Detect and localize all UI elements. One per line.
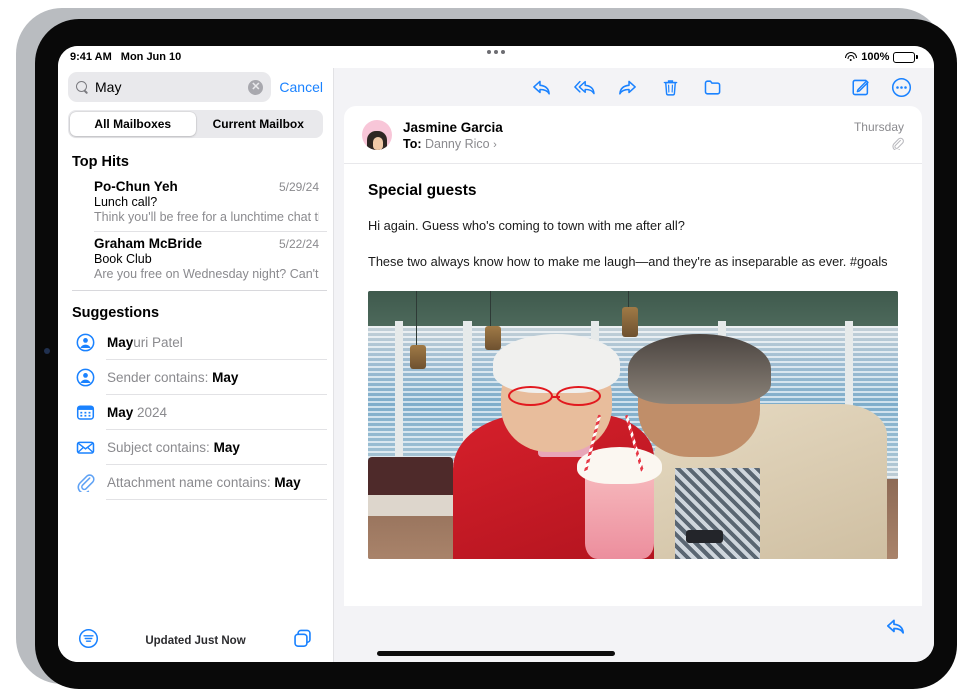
suggestion-prefix: Subject contains: [107,440,214,455]
status-bar: 9:41 AM Mon Jun 10 100% [58,46,934,68]
search-icon [76,81,89,94]
home-bar-area [334,646,934,662]
search-query-text: May [95,79,242,95]
segment-all-mailboxes[interactable]: All Mailboxes [70,112,196,136]
hit-date: 5/22/24 [279,237,319,251]
chevron-right-icon: › [493,139,497,151]
suggestion-prefix: Sender contains: [107,370,212,385]
segment-current-mailbox[interactable]: Current Mailbox [196,112,322,136]
person-circle-icon [76,368,95,387]
suggestion-label: Mayuri Patel [107,335,183,350]
hit-preview: Are you free on Wednesday night? Can't w… [94,267,319,281]
suggestion-label: Sender contains: May [107,370,238,385]
hit-date: 5/29/24 [279,180,319,194]
message-body: Special guests Hi again. Guess who's com… [344,164,922,606]
battery-full-icon [893,52,918,63]
suggestion-match: May [107,335,133,350]
paperclip-icon [76,473,95,492]
volume-up-button[interactable] [18,208,25,262]
suggestion-rest: 2024 [133,405,167,420]
wifi-icon [844,52,857,62]
hit-subject: Book Club [94,252,319,266]
envelope-icon [76,438,95,457]
paperclip-icon [854,137,904,150]
search-input[interactable]: May ✕ [68,72,271,102]
split-view: May ✕ Cancel All Mailboxes Current Mailb… [58,68,934,662]
hit-sender: Po-Chun Yeh [94,179,279,194]
message-header[interactable]: Jasmine Garcia To: Danny Rico › Thursday [344,106,922,164]
avatar [362,120,392,150]
suggestion-match: May [107,405,133,420]
message-date: Thursday [854,120,904,134]
list-item[interactable]: May 2024 [58,395,333,430]
hit-preview: Think you'll be free for a lunchtime cha… [94,210,319,224]
suggestion-label: May 2024 [107,405,167,420]
suggestion-match: May [214,440,240,455]
suggestion-match: May [212,370,238,385]
suggestion-prefix: Attachment name contains: [107,475,274,490]
toolbar-right-actions [850,77,912,98]
trash-icon[interactable] [660,77,681,98]
status-bar-left: 9:41 AM Mon Jun 10 [70,51,181,63]
filter-icon[interactable] [78,628,99,654]
sender-name: Jasmine Garcia [403,120,843,135]
message-footer [334,606,934,646]
more-circle-icon[interactable] [891,77,912,98]
mailbox-sidebar: May ✕ Cancel All Mailboxes Current Mailb… [58,68,334,662]
clear-text-icon[interactable]: ✕ [248,80,263,95]
status-time: 9:41 AM [70,51,112,63]
message-card: Jasmine Garcia To: Danny Rico › Thursday [344,106,922,606]
suggestion-label: Attachment name contains: May [107,475,301,490]
calendar-icon [76,403,95,422]
ipad-device-frame: 9:41 AM Mon Jun 10 100% [16,8,944,684]
scope-segmented-control[interactable]: All Mailboxes Current Mailbox [68,110,323,138]
sync-status-text: Updated Just Now [78,635,313,647]
message-paragraph: Hi again. Guess who's coming to town wit… [368,217,898,236]
list-item[interactable]: Subject contains: May [58,430,333,465]
message-photo-attachment[interactable] [368,291,898,559]
message-subject: Special guests [368,182,898,200]
reply-icon[interactable] [531,77,552,98]
sidebar-footer: Updated Just Now [58,620,333,662]
section-header-top-hits: Top Hits [58,148,333,174]
search-row: May ✕ Cancel [58,68,333,102]
list-item[interactable]: Sender contains: May [58,360,333,395]
hit-subject: Lunch call? [94,195,319,209]
front-camera-icon [44,348,50,354]
person-circle-icon [76,333,95,352]
message-toolbar [334,68,934,106]
duplicate-window-icon[interactable] [292,628,313,654]
recipient-name: Danny Rico [425,137,490,151]
hit-sender: Graham McBride [94,236,279,251]
search-results-list: Top Hits Po-Chun Yeh 5/29/24 Lunch call?… [58,138,333,620]
message-header-text: Jasmine Garcia To: Danny Rico › [403,120,843,151]
suggestion-label: Subject contains: May [107,440,240,455]
list-item[interactable]: Attachment name contains: May [58,465,333,500]
message-detail-pane: Jasmine Garcia To: Danny Rico › Thursday [334,68,934,662]
list-item[interactable]: Po-Chun Yeh 5/29/24 Lunch call? Think yo… [58,174,333,231]
list-item[interactable]: Graham McBride 5/22/24 Book Club Are you… [58,231,333,288]
status-bar-right: 100% [844,51,918,63]
multitasking-dots-icon[interactable] [58,50,934,54]
message-header-meta: Thursday [854,120,904,150]
suggestion-match: May [274,475,300,490]
status-date: Mon Jun 10 [121,51,182,63]
recipient-line[interactable]: To: Danny Rico › [403,137,843,151]
folder-icon[interactable] [703,77,724,98]
forward-icon[interactable] [617,77,638,98]
cancel-button[interactable]: Cancel [279,79,323,95]
volume-down-button[interactable] [18,276,25,330]
section-header-suggestions: Suggestions [58,291,333,325]
ipad-screen: 9:41 AM Mon Jun 10 100% [58,46,934,662]
toolbar-actions [461,77,724,98]
to-label: To: [403,137,422,151]
suggestion-rest: uri Patel [133,335,183,350]
compose-icon[interactable] [850,77,871,98]
reply-icon[interactable] [885,616,906,637]
list-item[interactable]: Mayuri Patel [58,325,333,360]
reply-all-icon[interactable] [574,77,595,98]
message-paragraph: These two always know how to make me lau… [368,253,898,272]
battery-percent-label: 100% [861,51,889,63]
